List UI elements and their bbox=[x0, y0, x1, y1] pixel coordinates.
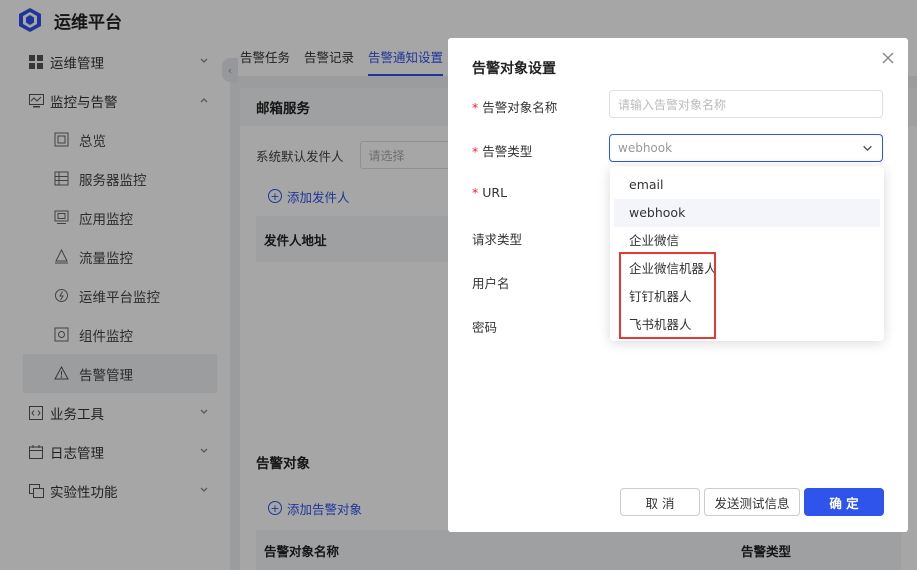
request-type-label: 请求类型 bbox=[472, 232, 523, 247]
send-test-button[interactable]: 发送测试信息 bbox=[704, 488, 800, 516]
target-name-input[interactable]: 请输入告警对象名称 bbox=[609, 90, 883, 118]
password-label: 密码 bbox=[472, 320, 498, 335]
option-webhook[interactable]: webhook bbox=[614, 199, 880, 227]
option-email[interactable]: email bbox=[614, 171, 880, 199]
confirm-button[interactable]: 确 定 bbox=[804, 488, 884, 516]
alert-type-select[interactable]: webhook bbox=[609, 134, 883, 162]
close-icon[interactable] bbox=[880, 50, 896, 66]
target-name-label: * 告警对象名称 bbox=[472, 100, 558, 115]
alert-type-label: * 告警类型 bbox=[472, 144, 533, 159]
option-wecom[interactable]: 企业微信 bbox=[614, 227, 880, 255]
username-label: 用户名 bbox=[472, 276, 510, 291]
url-label: * URL bbox=[472, 185, 508, 200]
chevron-down-icon bbox=[863, 145, 872, 152]
cancel-button[interactable]: 取 消 bbox=[620, 488, 700, 516]
alert-type-value: webhook bbox=[618, 141, 673, 155]
modal-title: 告警对象设置 bbox=[472, 61, 556, 77]
annotation-highlight-box bbox=[619, 252, 716, 339]
